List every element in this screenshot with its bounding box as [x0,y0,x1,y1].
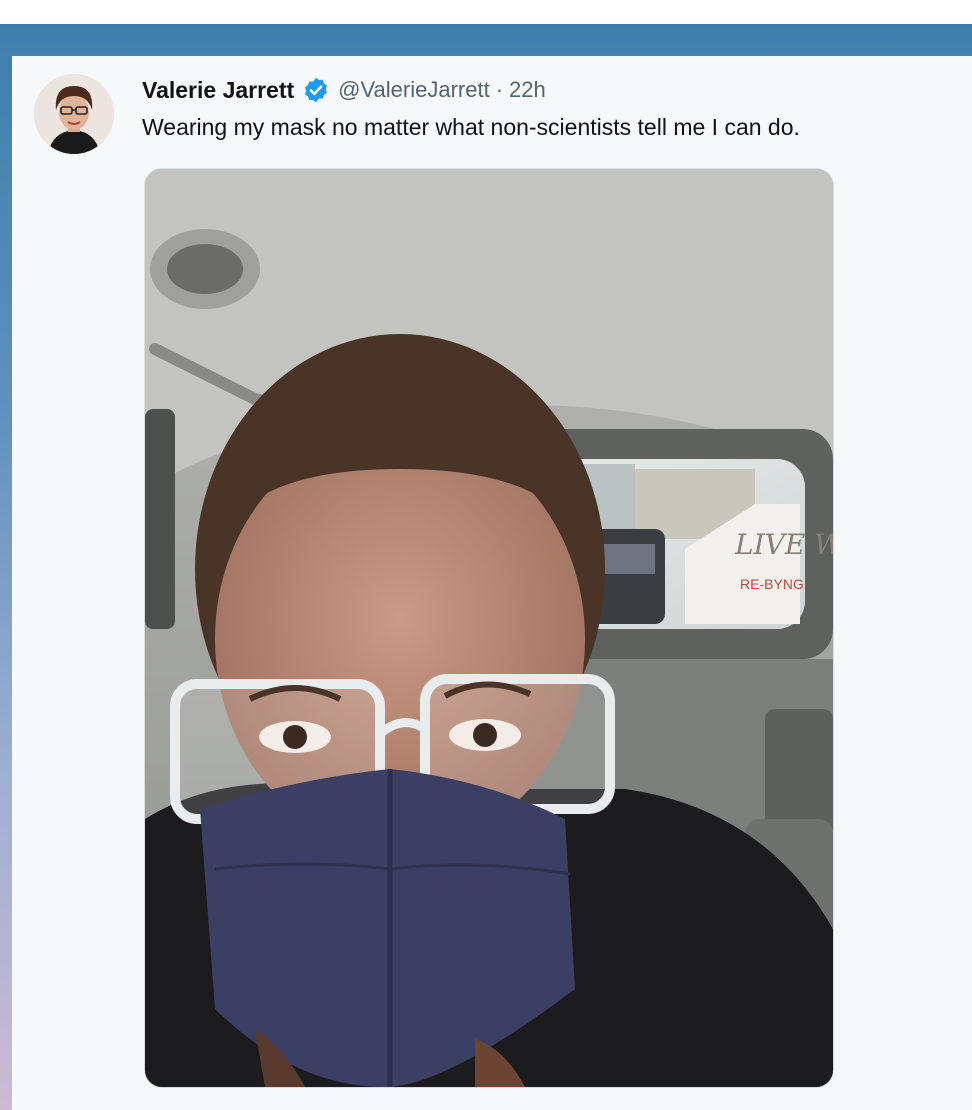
meta-separator: · [495,77,504,102]
display-name[interactable]: Valerie Jarrett [142,77,294,104]
tweet-header: Valerie Jarrett @ValerieJarrett · 22h [142,76,546,104]
tweet-timestamp[interactable]: 22h [509,77,546,103]
user-handle[interactable]: @ValerieJarrett [338,77,490,103]
tweet-photo[interactable]: LIVE W RE-BYNG [144,168,834,1088]
profile-avatar[interactable] [34,74,114,154]
top-margin [0,0,972,24]
truck-lettering-1: LIVE W [734,528,833,561]
tweet-card[interactable]: Valerie Jarrett @ValerieJarrett · 22h We… [12,56,972,1110]
avatar-portrait [34,74,114,154]
tweet-text: Wearing my mask no matter what non-scien… [142,114,800,140]
verified-badge-icon [305,77,328,103]
selfie-in-car-image: LIVE W RE-BYNG [145,169,833,1087]
truck-lettering-2: RE-BYNG [740,576,804,592]
